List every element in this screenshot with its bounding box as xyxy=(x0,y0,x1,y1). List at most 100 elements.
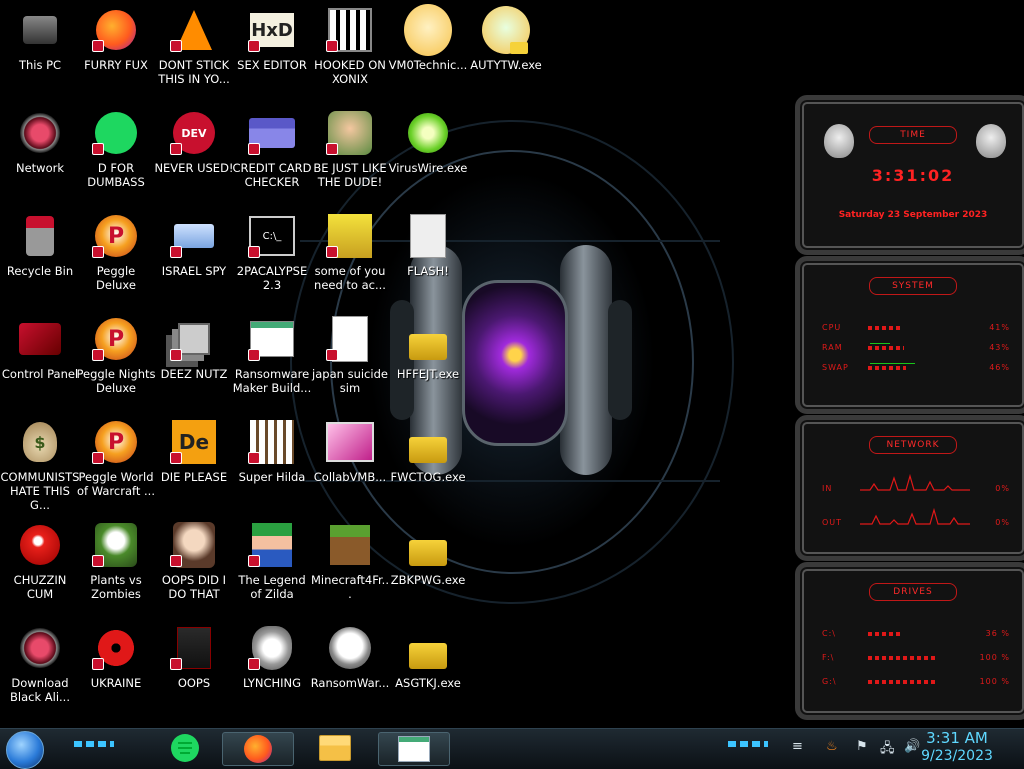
desktop-icon[interactable]: The Legend of Zilda xyxy=(234,521,310,621)
desktop-icon[interactable]: Download Black Ali... xyxy=(2,624,78,724)
taskbar: ≡ ♨ ⚑ 🖧 🔊 3:31 AM 9/23/2023 xyxy=(0,728,1024,769)
desktop-icon[interactable]: C:\_ 2PACALYPSE 2.3 xyxy=(234,212,310,312)
taskbar-window-app[interactable] xyxy=(378,732,450,766)
desktop-icon[interactable]: ASGTKJ.exe xyxy=(390,624,466,724)
taskbar-clock[interactable]: 3:31 AM 9/23/2023 xyxy=(912,729,1002,765)
window-app-icon xyxy=(398,736,430,762)
desktop-icon[interactable]: DONT STICK THIS IN YO... xyxy=(156,6,232,106)
firefox-icon xyxy=(92,6,140,54)
desktop-icon-label: LYNCHING xyxy=(242,676,302,690)
xonix-icon xyxy=(326,6,374,54)
shortcut-badge-icon xyxy=(248,40,260,52)
system-row-meter xyxy=(868,346,904,350)
shield-emblem-icon xyxy=(248,624,296,672)
desktop-icon[interactable]: RansomWar... xyxy=(311,624,389,724)
desktop-icon[interactable]: OOPS xyxy=(156,624,232,724)
desktop-icon-label: VM0Technic... xyxy=(388,58,468,72)
desktop-icon[interactable]: HxD SEX EDITOR xyxy=(234,6,310,106)
desktop-icon[interactable]: japan suicide sim xyxy=(312,315,388,415)
desktop-icon[interactable]: Minecraft4Fr... xyxy=(311,521,389,621)
desktop-icon-label: 2PACALYPSE 2.3 xyxy=(236,264,308,292)
desktop-icon[interactable]: FLASH! xyxy=(390,212,466,312)
desktop-icon[interactable]: FWCTOG.exe xyxy=(390,418,466,518)
time-gadget[interactable]: TIME 3:31:02 Saturday 23 September 2023 xyxy=(795,95,1024,255)
anime-face-padlock-icon xyxy=(482,6,530,54)
system-gadget[interactable]: SYSTEM CPU 41% RAM 43% SWAP 46% xyxy=(795,256,1024,414)
desktop-icon-label: BE JUST LIKE THE DUDE! xyxy=(313,161,387,189)
alien-network-icon-graphic xyxy=(20,628,60,668)
desktop-icon[interactable]: De DIE PLEASE xyxy=(156,418,232,518)
computer-icon xyxy=(16,6,64,54)
desktop-icon-label: Network xyxy=(15,161,65,175)
desktop-icon[interactable]: CollabVMB... xyxy=(312,418,388,518)
desktop-icon[interactable]: some of you need to ac... xyxy=(312,212,388,312)
taskbar-chat-app[interactable] xyxy=(150,732,220,764)
desktop-icon[interactable]: ZBKPWG.exe xyxy=(390,521,466,621)
desktop-icon[interactable]: AUTYTW.exe xyxy=(468,6,544,106)
network-tray-icon[interactable]: 🖧 xyxy=(880,739,895,761)
shortcut-badge-icon xyxy=(248,452,260,464)
taskbar-firefox[interactable] xyxy=(222,732,294,766)
desktop-icon[interactable]: Control Panel xyxy=(2,315,78,415)
desktop-icon[interactable]: CHUZZIN CUM xyxy=(2,521,78,621)
system-row-value: 46% xyxy=(989,363,1010,372)
skull-icon xyxy=(326,624,374,672)
desktop-icon[interactable]: P Peggle Deluxe xyxy=(78,212,154,312)
desktop-icon[interactable]: Recycle Bin xyxy=(2,212,78,312)
desktop-icon[interactable]: Ransomware Maker Build... xyxy=(233,315,311,415)
desktop-icon-label: The Legend of Zilda xyxy=(238,573,306,601)
desktop-icon-label: OOPS xyxy=(177,676,211,690)
desktop-icon[interactable]: Plants vs Zombies xyxy=(78,521,154,621)
network-spy-icon-graphic xyxy=(174,224,214,248)
shortcut-badge-icon xyxy=(326,40,338,52)
desktop-icon[interactable]: VM0Technic... xyxy=(388,4,468,106)
alienware-book-icon-graphic xyxy=(177,627,211,669)
network-gadget[interactable]: NETWORK IN 0% OUT 0% xyxy=(795,415,1024,561)
desktop-icon[interactable]: Network xyxy=(2,109,78,209)
recycle-bin-icon-graphic xyxy=(26,216,54,256)
padlock-icon xyxy=(510,42,528,54)
drives-row-value: 100 % xyxy=(979,653,1010,662)
desktop-icon[interactable]: OOPS DID I DO THAT xyxy=(156,521,232,621)
desktop-icon-label: NEVER USED! xyxy=(154,161,234,175)
shortcut-badge-icon xyxy=(92,555,104,567)
desktop-icon[interactable]: DEV NEVER USED! xyxy=(154,109,234,209)
task-view-icon[interactable]: ≡ xyxy=(792,739,803,754)
desktop-icon-label: UKRAINE xyxy=(90,676,142,690)
desktop-icon[interactable]: This PC xyxy=(2,6,78,106)
desktop-icon[interactable]: $ COMMUNISTS HATE THIS G... xyxy=(1,418,79,518)
desktop-icon-label: ZBKPWG.exe xyxy=(390,573,466,587)
desktop-icon-label: DONT STICK THIS IN YO... xyxy=(158,58,230,86)
java-tray-icon[interactable]: ♨ xyxy=(826,739,838,754)
start-orb-icon[interactable] xyxy=(6,731,44,769)
desktop-icon[interactable]: Super Hilda xyxy=(234,418,310,518)
desktop-icon[interactable]: ISRAEL SPY xyxy=(156,212,232,312)
network-in-graph xyxy=(860,473,970,491)
taskbar-file-explorer[interactable] xyxy=(300,732,370,764)
drives-gadget[interactable]: DRIVES C:\ 36 % F:\ 100 % G:\ 100 % xyxy=(795,562,1024,720)
desktop-icon[interactable]: BE JUST LIKE THE DUDE! xyxy=(312,109,388,209)
time-date: Saturday 23 September 2023 xyxy=(838,210,988,220)
drives-row-value: 100 % xyxy=(979,677,1010,686)
desktop-icon[interactable]: DEEZ NUTZ xyxy=(156,315,232,415)
desktop-icon[interactable]: HFFEJT.exe xyxy=(390,315,466,415)
shortcut-badge-icon xyxy=(92,40,104,52)
desktop-icon[interactable]: HOOKED ON XONIX xyxy=(312,6,388,106)
desktop-icon[interactable]: P Peggle World of Warcraft ... xyxy=(77,418,155,518)
desktop-icon[interactable]: UKRAINE xyxy=(78,624,154,724)
desktop[interactable]: This PC FURRY FUX DONT STICK THIS IN YO...… xyxy=(0,0,1024,728)
desktop-icon-label: Peggle World of Warcraft ... xyxy=(77,470,155,498)
padlock-icon-graphic xyxy=(409,540,447,566)
alien-head-left-icon xyxy=(824,124,854,158)
system-row-name: SWAP xyxy=(822,363,849,372)
desktop-icon-label: Recycle Bin xyxy=(6,264,74,278)
desktop-icon[interactable]: FURRY FUX xyxy=(78,6,154,106)
desktop-icon[interactable]: VirusWire.exe xyxy=(389,109,467,209)
network-out-graph xyxy=(860,507,970,525)
desktop-icon[interactable]: D FOR DUMBASS xyxy=(78,109,154,209)
action-center-flag-icon[interactable]: ⚑ xyxy=(856,739,868,754)
desktop-icon[interactable]: LYNCHING xyxy=(234,624,310,724)
desktop-icon[interactable]: CREDIT CARD CHECKER xyxy=(233,109,311,209)
desktop-icon[interactable]: P Peggle Nights Deluxe xyxy=(76,315,156,415)
shortcut-badge-icon xyxy=(248,555,260,567)
